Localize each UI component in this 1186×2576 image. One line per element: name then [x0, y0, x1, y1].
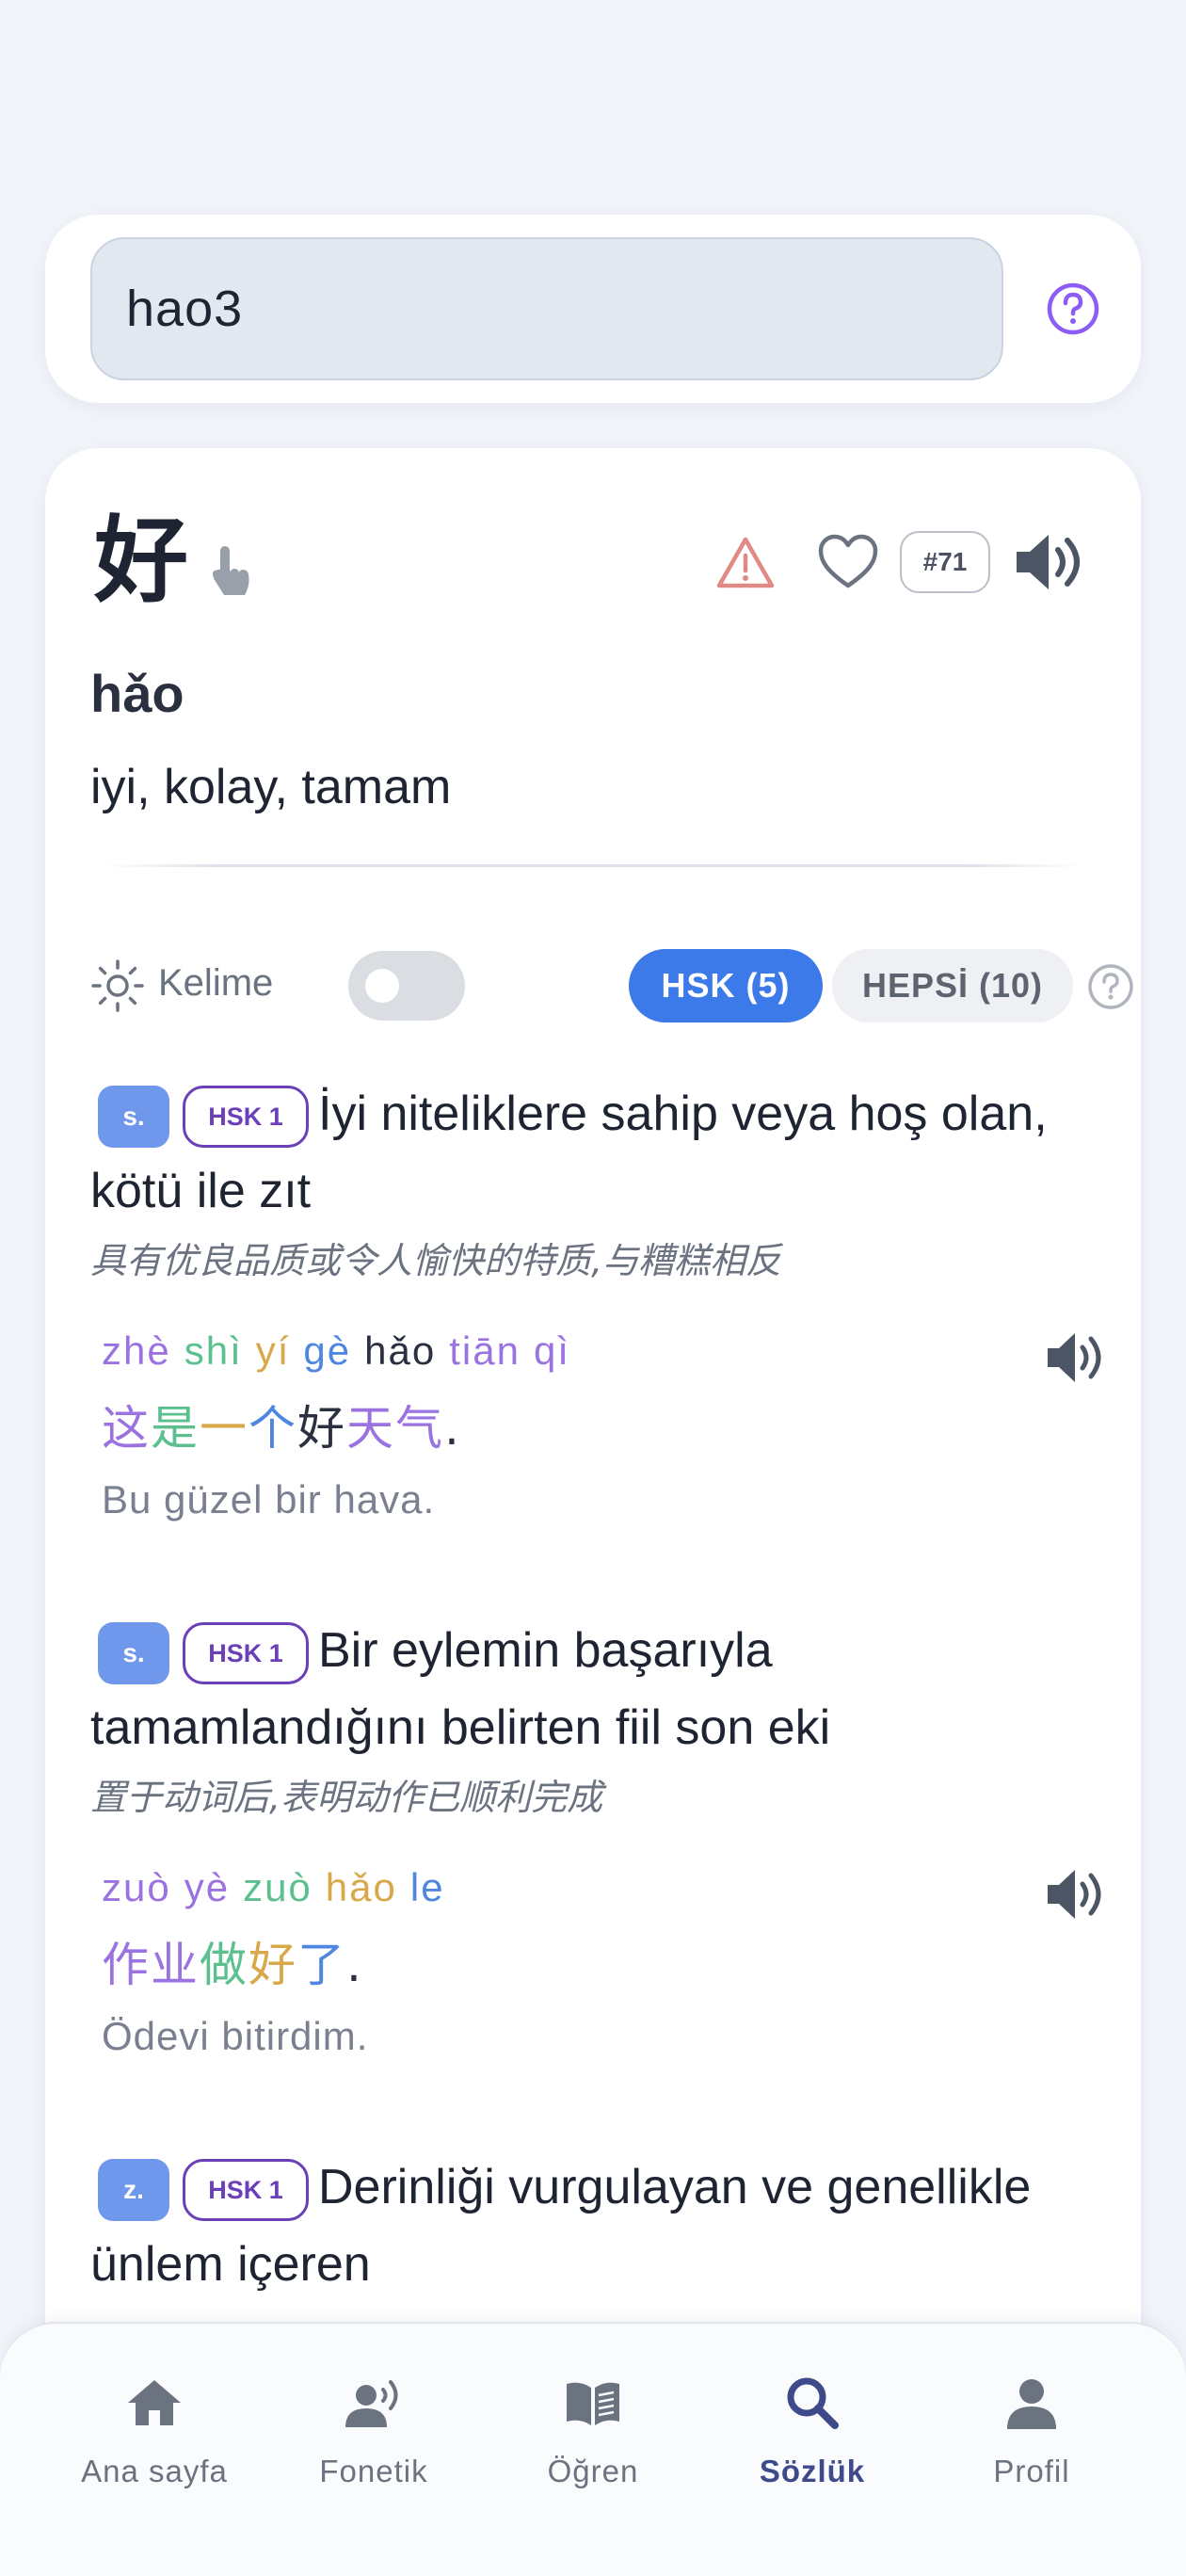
- pinyin-syllable: le: [409, 1865, 445, 1909]
- hanzi-word[interactable]: 好: [248, 1938, 297, 1992]
- nav-item-learn[interactable]: Öğren: [499, 2373, 687, 2489]
- hsk-level-badge: HSK 1: [183, 1086, 309, 1149]
- pinyin-syllable: qì: [533, 1328, 570, 1373]
- frequency-rank-badge: #71: [900, 531, 990, 593]
- sense-item: s. HSK 1 Bir eylemin başarıyla tamamlandığ…: [90, 1612, 1107, 2059]
- pos-badge: z.: [98, 2159, 169, 2222]
- toggle-knob: [365, 969, 399, 1003]
- speaker-icon[interactable]: [1045, 1328, 1107, 1387]
- nav-item-profile[interactable]: Profil: [938, 2373, 1126, 2489]
- favorite-heart-icon[interactable]: [817, 533, 879, 591]
- punctuation: .: [346, 1938, 363, 1992]
- example-translation: Ödevi bitirdim.: [102, 2014, 369, 2058]
- nav-label: Profil: [993, 2454, 1070, 2488]
- book-icon: [567, 2382, 619, 2425]
- speaking-person-icon: [345, 2380, 398, 2427]
- stroke-order-icon[interactable]: [207, 542, 254, 599]
- home-icon: [128, 2380, 181, 2425]
- hanzi-word[interactable]: 这: [102, 1401, 151, 1456]
- nav-label: Fonetik: [319, 2454, 428, 2488]
- nav-label: Ana sayfa: [81, 2454, 228, 2488]
- example-hanzi: 这是一个好天气.: [102, 1391, 1107, 1458]
- pinyin-syllable: yí: [255, 1328, 291, 1373]
- nav-item-phonetic[interactable]: Fonetik: [280, 2373, 468, 2489]
- sense-chinese-definition: 具有优良品质或令人愉快的特质,与糟糕相反: [90, 1240, 782, 1281]
- sun-icon: [91, 959, 144, 1012]
- hanzi-word[interactable]: 了: [297, 1938, 346, 1992]
- user-icon: [1007, 2379, 1056, 2429]
- pinyin-syllable: zuò: [243, 1865, 313, 1909]
- word-mode-toggle[interactable]: [348, 951, 465, 1021]
- nav-label: Öğren: [547, 2454, 639, 2488]
- pinyin-syllable: gè: [303, 1328, 352, 1373]
- word-mode-label: Kelime: [158, 962, 274, 1004]
- hanzi-word[interactable]: 作业: [102, 1938, 200, 1992]
- hanzi-word[interactable]: 做: [200, 1938, 248, 1992]
- report-warning-icon[interactable]: [715, 535, 776, 591]
- entry-card: 好 #71 hǎo iyi, kolay, tamam Kelime HSK (…: [45, 448, 1141, 2576]
- filter-hsk-button[interactable]: HSK (5): [629, 949, 823, 1022]
- divider: [102, 864, 1084, 867]
- speaker-icon[interactable]: [1045, 1865, 1107, 1924]
- pos-badge: s.: [98, 1086, 169, 1149]
- pinyin-syllable: yè: [184, 1865, 231, 1909]
- hanzi-word[interactable]: 好: [297, 1401, 346, 1456]
- entry-meaning: iyi, kolay, tamam: [90, 760, 452, 814]
- bottom-navigation: Ana sayfa Fonetik Öğren Sözlük Profil: [0, 2322, 1186, 2576]
- pinyin-syllable: hǎo: [325, 1865, 397, 1909]
- sense-item: z. HSK 1 Derinliği vurgulayan ve genellikl…: [90, 2149, 1107, 2303]
- sense-item: s. HSK 1 İyi niteliklere sahip veya hoş ol…: [90, 1075, 1107, 1522]
- filter-all-button[interactable]: HEPSİ (10): [832, 949, 1073, 1022]
- hsk-level-badge: HSK 1: [183, 2159, 309, 2222]
- search-input-value: hao3: [126, 281, 244, 337]
- search-input[interactable]: hao3: [90, 237, 1003, 380]
- pos-badge: s.: [98, 1622, 169, 1685]
- pinyin-syllable: zuò: [102, 1865, 171, 1909]
- nav-item-dictionary[interactable]: Sözlük: [718, 2373, 906, 2489]
- search-card: hao3: [45, 215, 1141, 403]
- example-sentence: zuò yè zuò hǎo le 作业做好了. Ödevi bitirdim.: [90, 1865, 1107, 2059]
- sense-chinese-definition: 置于动词后,表明动作已顺利完成: [90, 1777, 603, 1818]
- help-icon[interactable]: [1045, 281, 1101, 337]
- pinyin-syllable: zhè: [102, 1328, 171, 1373]
- filter-row: Kelime HSK (5) HEPSİ (10): [90, 947, 1133, 1022]
- example-pinyin: zuò yè zuò hǎo le: [102, 1865, 1107, 1910]
- hanzi-word[interactable]: 个: [248, 1401, 297, 1456]
- example-translation: Bu güzel bir hava.: [102, 1477, 436, 1521]
- pinyin-syllable: tiān: [449, 1328, 521, 1373]
- entry-pinyin: hǎo: [90, 664, 184, 723]
- example-hanzi: 作业做好了.: [102, 1927, 1107, 1995]
- example-sentence: zhè shì yí gè hǎo tiān qì 这是一个好天气. Bu güzel bi…: [90, 1328, 1107, 1522]
- nav-label: Sözlük: [759, 2454, 866, 2488]
- nav-item-home[interactable]: Ana sayfa: [60, 2373, 248, 2489]
- hanzi-word[interactable]: 一: [200, 1401, 248, 1456]
- pinyin-syllable: shì: [184, 1328, 243, 1373]
- punctuation: .: [444, 1401, 461, 1456]
- entry-hanzi: 好: [94, 506, 188, 616]
- search-icon: [787, 2377, 839, 2429]
- hanzi-word[interactable]: 天气: [346, 1401, 444, 1456]
- speaker-icon[interactable]: [1013, 529, 1088, 595]
- hsk-level-badge: HSK 1: [183, 1622, 309, 1685]
- filter-help-icon[interactable]: [1086, 962, 1135, 1011]
- hanzi-word[interactable]: 是: [151, 1401, 200, 1456]
- pinyin-syllable: hǎo: [364, 1328, 437, 1373]
- example-pinyin: zhè shì yí gè hǎo tiān qì: [102, 1328, 1107, 1374]
